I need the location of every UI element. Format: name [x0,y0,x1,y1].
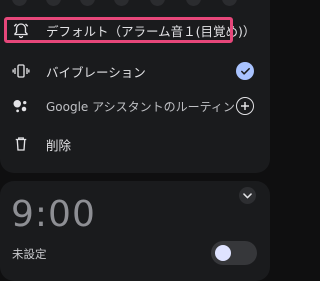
toggle-knob [215,245,231,261]
highlight-box [4,17,233,43]
day-chip[interactable] [46,0,61,6]
delete-row[interactable]: 削除 [0,132,270,156]
day-chip[interactable] [222,0,237,6]
chevron-down-icon [243,193,252,199]
day-chip[interactable] [12,0,27,6]
day-chip[interactable] [186,0,201,6]
alarm-toggle[interactable] [211,241,257,265]
day-chip[interactable] [80,0,95,6]
vibration-icon [12,64,30,78]
check-icon [240,67,250,75]
vibration-checkbox[interactable] [236,62,254,80]
day-selector-strip [0,0,270,10]
plus-icon [241,102,249,110]
day-chip[interactable] [150,0,165,6]
alarm-time[interactable]: 9:00 [11,194,96,235]
vibration-label: バイブレーション [46,64,146,80]
day-chip[interactable] [114,0,129,6]
google-assistant-icon [13,100,27,113]
assistant-routine-row[interactable]: Google アシスタントのルーティン [0,94,270,118]
alarm-schedule-status: 未設定 [12,247,47,261]
assistant-routine-label: Google アシスタントのルーティン [46,99,235,114]
expand-button[interactable] [239,187,256,204]
delete-label: 削除 [46,137,72,153]
trash-icon [15,137,27,151]
vibration-row[interactable]: バイブレーション [0,59,270,83]
add-routine-button[interactable] [236,97,254,115]
